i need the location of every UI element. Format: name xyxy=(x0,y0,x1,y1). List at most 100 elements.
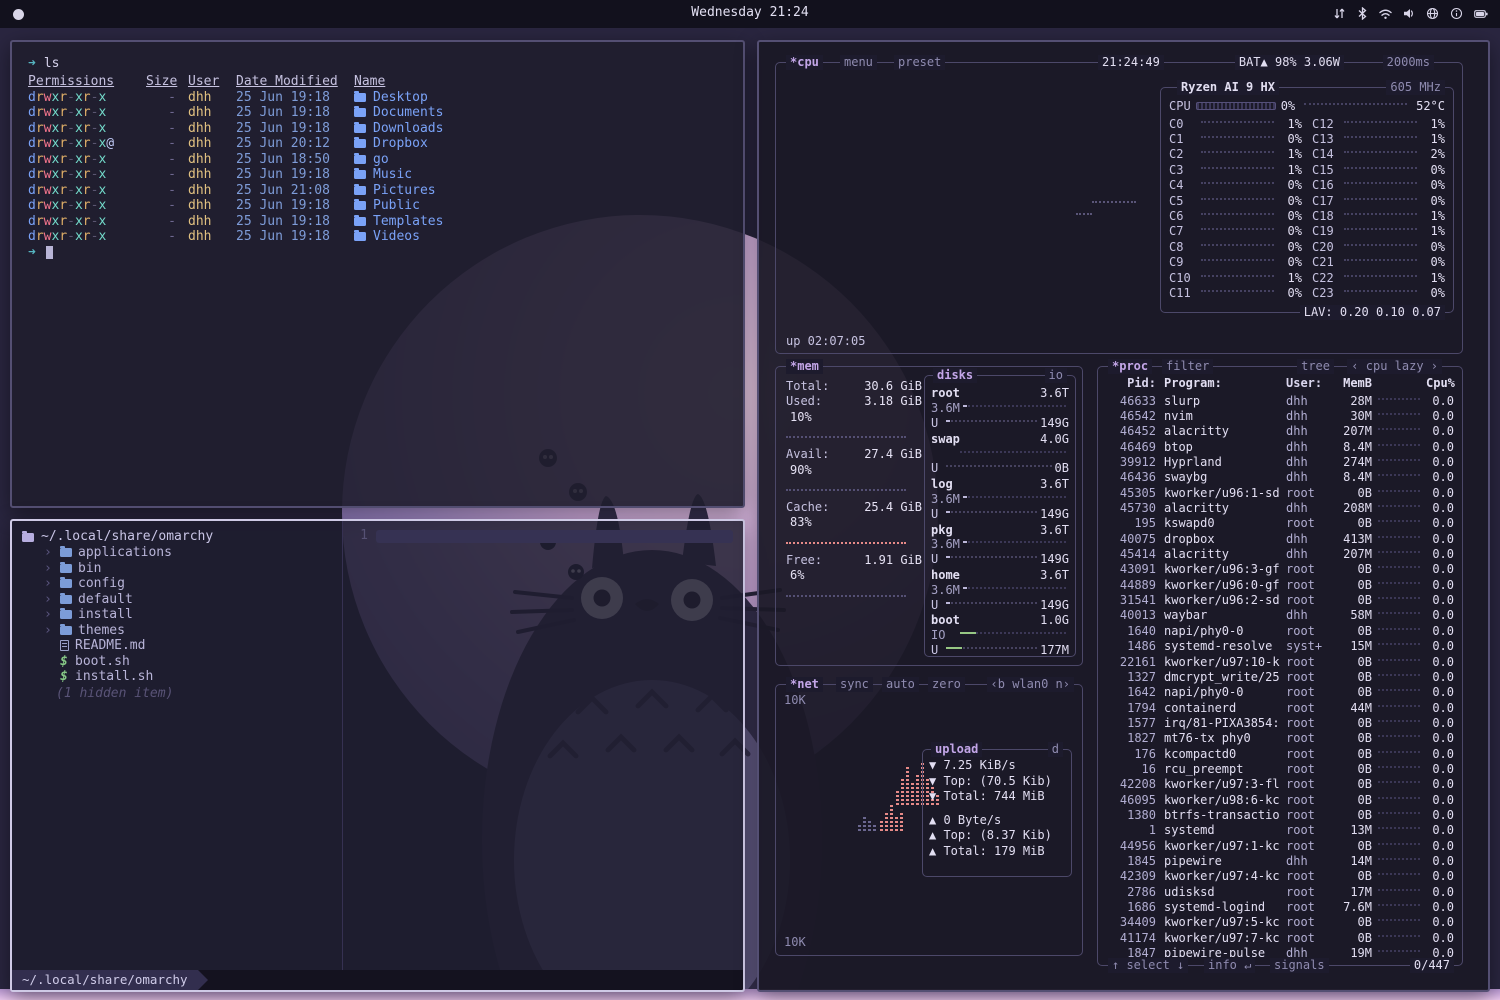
disks-title[interactable]: disks xyxy=(933,368,977,383)
proc-title[interactable]: *proc xyxy=(1108,359,1152,374)
file-tree-item[interactable]: › applications xyxy=(12,545,342,561)
process-row[interactable]: 39912 Hyprland dhh 274M 0.0 xyxy=(1106,454,1454,469)
process-row[interactable]: 46452 alacritty dhh 207M 0.0 xyxy=(1106,424,1454,439)
process-pid: 1 xyxy=(1106,823,1156,837)
wifi-icon[interactable] xyxy=(1379,8,1392,20)
process-row[interactable]: 44889 kworker/u96:0-gf root 0B 0.0 xyxy=(1106,577,1454,592)
core-pct: 0% xyxy=(1278,224,1302,238)
pane-divider[interactable] xyxy=(342,521,343,970)
process-row[interactable]: 16 rcu_preempt root 0B 0.0 xyxy=(1106,761,1454,776)
process-row[interactable]: 1686 systemd-logind root 7.6M 0.0 xyxy=(1106,899,1454,914)
info-icon[interactable] xyxy=(1450,7,1463,20)
network-icon[interactable] xyxy=(1426,7,1439,20)
disk-used-label: U xyxy=(931,598,943,612)
mem-title[interactable]: *mem xyxy=(786,359,823,374)
disk-activity-graph xyxy=(960,632,1066,634)
updown-icon[interactable] xyxy=(1333,7,1346,20)
process-pid: 1640 xyxy=(1106,624,1156,638)
process-row[interactable]: 1847 pipewire-pulse dhh 19M 0.0 xyxy=(1106,945,1454,957)
preset-button[interactable]: preset xyxy=(894,55,945,70)
size: - xyxy=(146,167,176,183)
io-toggle[interactable]: io xyxy=(1045,368,1067,383)
file-tree-item[interactable]: › bin xyxy=(12,561,342,577)
process-row[interactable]: 195 kswapd0 root 0B 0.0 xyxy=(1106,516,1454,531)
net-sync-toggle[interactable]: sync xyxy=(836,677,873,692)
process-name: nvim xyxy=(1156,409,1282,423)
process-row[interactable]: 1640 napi/phy0-0 root 0B 0.0 xyxy=(1106,623,1454,638)
process-row[interactable]: 1642 napi/phy0-0 root 0B 0.0 xyxy=(1106,685,1454,700)
file-tree-item[interactable]: boot.sh xyxy=(12,654,342,670)
process-row[interactable]: 40013 waybar dhh 58M 0.0 xyxy=(1106,608,1454,623)
file-tree-item[interactable]: › default xyxy=(12,592,342,608)
process-row[interactable]: 1 systemd root 13M 0.0 xyxy=(1106,823,1454,838)
process-user: root xyxy=(1282,900,1328,914)
disk-activity: 3.6M xyxy=(931,537,960,551)
signals-hint[interactable]: signals xyxy=(1270,958,1329,973)
process-user: dhh xyxy=(1282,409,1328,423)
filter-button[interactable]: filter xyxy=(1162,359,1213,374)
file-manager-window[interactable]: ~/.local/share/omarchy › applications › … xyxy=(10,519,745,992)
process-row[interactable]: 45305 kworker/u96:1-sd root 0B 0.0 xyxy=(1106,485,1454,500)
process-row[interactable]: 1486 systemd-resolve syst+ 15M 0.0 xyxy=(1106,639,1454,654)
process-user: root xyxy=(1282,624,1328,638)
file-tree-root[interactable]: ~/.local/share/omarchy xyxy=(12,529,342,545)
process-row[interactable]: 1577 irq/81-PIXA3854: root 0B 0.0 xyxy=(1106,715,1454,730)
battery-icon[interactable] xyxy=(1474,8,1488,20)
update-interval[interactable]: 2000ms xyxy=(1383,55,1434,70)
net-interface[interactable]: ‹b wlan0 n› xyxy=(987,677,1074,692)
process-row[interactable]: 176 kcompactd0 root 0B 0.0 xyxy=(1106,746,1454,761)
net-stats-title[interactable]: upload xyxy=(931,742,982,757)
process-row[interactable]: 46095 kworker/u98:6-kc root 0B 0.0 xyxy=(1106,792,1454,807)
process-row[interactable]: 46469 btop dhh 8.4M 0.0 xyxy=(1106,439,1454,454)
select-hint[interactable]: ↑ select ↓ xyxy=(1108,958,1188,973)
process-row[interactable]: 1794 containerd root 44M 0.0 xyxy=(1106,700,1454,715)
file-tree-item[interactable]: README.md xyxy=(12,638,342,654)
volume-icon[interactable] xyxy=(1403,7,1415,20)
process-row[interactable]: 45730 alacritty dhh 208M 0.0 xyxy=(1106,500,1454,515)
process-row[interactable]: 46436 swaybg dhh 8.4M 0.0 xyxy=(1106,470,1454,485)
sort-selector[interactable]: ‹ cpu lazy › xyxy=(1347,359,1442,374)
process-row[interactable]: 31541 kworker/u96:2-sd root 0B 0.0 xyxy=(1106,592,1454,607)
bluetooth-icon[interactable] xyxy=(1357,7,1368,20)
process-mem: 0B xyxy=(1328,931,1372,945)
terminal-cursor[interactable] xyxy=(46,246,53,259)
process-row[interactable]: 2786 udisksd root 17M 0.0 xyxy=(1106,884,1454,899)
core-meter xyxy=(1344,213,1417,215)
terminal-window[interactable]: ➜ ls Permissions Size User Date Modified… xyxy=(10,40,745,508)
process-row[interactable]: 22161 kworker/u97:10-k root 0B 0.0 xyxy=(1106,654,1454,669)
file-tree-item[interactable]: install.sh xyxy=(12,669,342,685)
file-tree-item[interactable]: › config xyxy=(12,576,342,592)
process-row[interactable]: 1827 mt76-tx phy0 root 0B 0.0 xyxy=(1106,731,1454,746)
tree-toggle[interactable]: tree xyxy=(1297,359,1334,374)
process-row[interactable]: 46633 slurp dhh 28M 0.0 xyxy=(1106,393,1454,408)
file-tree-item[interactable]: › install xyxy=(12,607,342,623)
net-title[interactable]: *net xyxy=(786,677,823,692)
net-stats-key[interactable]: d xyxy=(1048,742,1063,757)
net-auto-toggle[interactable]: auto xyxy=(882,677,919,692)
core-name: C21 xyxy=(1312,255,1340,269)
net-zero-toggle[interactable]: zero xyxy=(928,677,965,692)
process-pid: 42309 xyxy=(1106,869,1156,883)
process-row[interactable]: 44956 kworker/u97:1-kc root 0B 0.0 xyxy=(1106,838,1454,853)
cpu-total-pct: 0% xyxy=(1281,99,1295,113)
process-row[interactable]: 45414 alacritty dhh 207M 0.0 xyxy=(1106,546,1454,561)
process-row[interactable]: 1380 btrfs-transactio root 0B 0.0 xyxy=(1106,807,1454,822)
process-row[interactable]: 40075 dropbox dhh 413M 0.0 xyxy=(1106,531,1454,546)
btop-window[interactable]: *cpu menu preset 21:24:49 BAT▲ 98% 3.06W… xyxy=(757,40,1490,992)
process-user: root xyxy=(1282,777,1328,791)
process-row[interactable]: 34409 kworker/u97:5-kc root 0B 0.0 xyxy=(1106,915,1454,930)
menu-button[interactable]: menu xyxy=(840,55,877,70)
cpu-total-meter xyxy=(1196,102,1276,110)
process-row[interactable]: 41174 kworker/u97:7-kc root 0B 0.0 xyxy=(1106,930,1454,945)
menu-icon[interactable] xyxy=(13,9,24,20)
process-row[interactable]: 1327 dmcrypt_write/25 root 0B 0.0 xyxy=(1106,669,1454,684)
info-hint[interactable]: info ↵ xyxy=(1204,958,1255,973)
process-row[interactable]: 46542 nvim dhh 30M 0.0 xyxy=(1106,408,1454,423)
process-row[interactable]: 42309 kworker/u97:4-kc root 0B 0.0 xyxy=(1106,869,1454,884)
process-row[interactable]: 42208 kworker/u97:3-fl root 0B 0.0 xyxy=(1106,777,1454,792)
process-row[interactable]: 43091 kworker/u96:3-gf root 0B 0.0 xyxy=(1106,562,1454,577)
process-pid: 46633 xyxy=(1106,394,1156,408)
cpu-title[interactable]: *cpu xyxy=(786,55,823,70)
process-row[interactable]: 1845 pipewire dhh 14M 0.0 xyxy=(1106,853,1454,868)
file-tree-item[interactable]: › themes xyxy=(12,623,342,639)
